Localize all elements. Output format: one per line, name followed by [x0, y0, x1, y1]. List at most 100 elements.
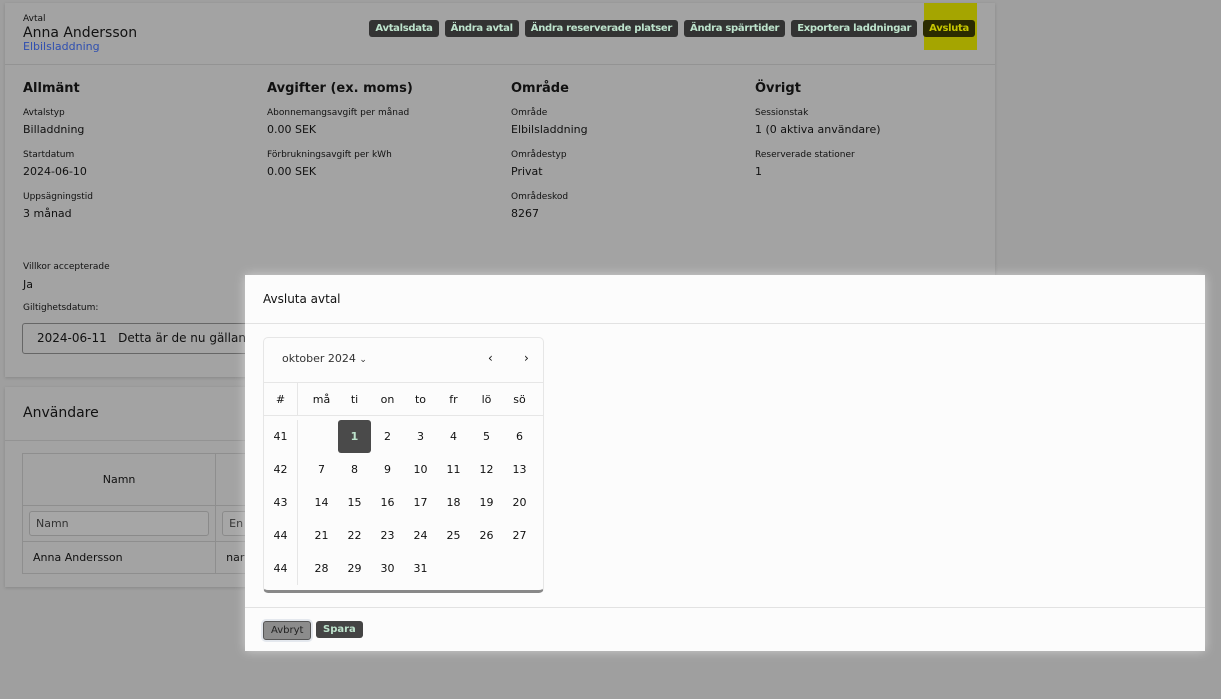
week-row: 44 28 29 30 31: [264, 552, 543, 585]
date-picker: oktober 2024 ⌄ ‹ › # må ti on to fr lö sö 41 1 2 3 4…: [263, 337, 544, 593]
export-charges-button[interactable]: Exportera laddningar: [791, 20, 918, 37]
week-number: 41: [264, 420, 298, 453]
user-name-cell: Anna Andersson: [21, 541, 217, 574]
day[interactable]: 11: [437, 453, 470, 486]
week-row: 41 1 2 3 4 5 6: [264, 420, 543, 453]
section-title: Avgifter (ex. moms): [267, 81, 413, 96]
day[interactable]: 18: [437, 486, 470, 519]
section-1: Avgifter (ex. moms) Abonnemangsavgift per…: [267, 81, 497, 192]
day[interactable]: 24: [404, 519, 437, 552]
day: [437, 552, 470, 585]
weekday-header: # må ti on to fr lö sö: [264, 383, 543, 416]
day[interactable]: 12: [470, 453, 503, 486]
field-label: Startdatum: [23, 150, 75, 160]
weekday-label: sö: [513, 392, 526, 406]
day[interactable]: 3: [404, 420, 437, 453]
dialog-title: Avsluta avtal: [263, 292, 341, 306]
day: [470, 552, 503, 585]
day[interactable]: 8: [338, 453, 371, 486]
day[interactable]: 5: [470, 420, 503, 453]
field-label: Reserverade stationer: [755, 150, 855, 160]
section-title: Allmänt: [23, 81, 80, 96]
edit-reserved-button[interactable]: Ändra reserverade platser: [524, 20, 678, 37]
terms-value: Ja: [23, 278, 33, 291]
next-month-icon[interactable]: ›: [524, 351, 529, 365]
avtalsdata-button[interactable]: Avtalsdata: [369, 20, 439, 37]
field-value: 8267: [511, 207, 539, 220]
edit-agreement-button[interactable]: Ändra avtal: [444, 20, 519, 37]
day[interactable]: 10: [404, 453, 437, 486]
week-row: 44 21 22 23 24 25 26 27: [264, 519, 543, 552]
day[interactable]: 22: [338, 519, 371, 552]
field-value: 1 (0 aktiva användare): [755, 123, 881, 136]
field-value: 3 månad: [23, 207, 72, 220]
edit-block-times-button[interactable]: Ändra spärrtider: [684, 20, 786, 37]
day[interactable]: 9: [371, 453, 404, 486]
section-3: Övrigt Sessionstak 1 (0 aktiva användare) R…: [755, 81, 985, 192]
day-label: 1: [338, 420, 371, 453]
field-value: Elbilsladdning: [511, 123, 588, 136]
day[interactable]: 15: [338, 486, 371, 519]
day[interactable]: 4: [437, 420, 470, 453]
field-value: Privat: [511, 165, 543, 178]
agreement-header: Avtal Anna Andersson Elbilsladdning Avta…: [5, 3, 995, 65]
month-label: oktober 2024: [282, 352, 356, 365]
week-number: 43: [264, 486, 298, 519]
field-label: Abonnemangsavgift per månad: [267, 108, 410, 118]
day[interactable]: 21: [305, 519, 338, 552]
agreement-subtitle-link[interactable]: Elbilsladdning: [23, 40, 100, 53]
day[interactable]: 28: [305, 552, 338, 585]
day[interactable]: 16: [371, 486, 404, 519]
day[interactable]: 30: [371, 552, 404, 585]
day[interactable]: 14: [305, 486, 338, 519]
week-number: 44: [264, 552, 298, 585]
day[interactable]: 19: [470, 486, 503, 519]
column-header-name[interactable]: Namn: [21, 453, 217, 506]
field-value: 0.00 SEK: [267, 123, 317, 136]
field-label: Område: [511, 108, 548, 118]
field-label: Områdestyp: [511, 150, 567, 160]
day[interactable]: 2: [371, 420, 404, 453]
day[interactable]: 6: [503, 420, 536, 453]
terminate-button[interactable]: Avsluta: [923, 20, 975, 37]
day[interactable]: 17: [404, 486, 437, 519]
field-value: 0.00 SEK: [267, 165, 317, 178]
day[interactable]: 23: [371, 519, 404, 552]
chevron-down-icon: ⌄: [359, 355, 367, 365]
day[interactable]: 25: [437, 519, 470, 552]
field-label: Uppsägningstid: [23, 192, 93, 202]
weekday-label: ti: [350, 392, 359, 406]
save-button[interactable]: Spara: [316, 621, 363, 638]
day[interactable]: 27: [503, 519, 536, 552]
day[interactable]: 20: [503, 486, 536, 519]
terminate-agreement-dialog: Avsluta avtal oktober 2024 ⌄ ‹ › # må ti on…: [245, 275, 1205, 651]
day[interactable]: 7: [305, 453, 338, 486]
day[interactable]: 29: [338, 552, 371, 585]
day: [305, 420, 338, 453]
section-2: Område Område Elbilsladdning Områdestyp Priv…: [511, 81, 741, 234]
month-select[interactable]: oktober 2024 ⌄: [282, 352, 367, 365]
weekday-label: to: [414, 392, 427, 406]
terms-label: Villkor accepterade: [23, 262, 110, 272]
week-row: 42 7 8 9 10 11 12 13: [264, 453, 543, 486]
weekday-label: lö: [481, 392, 492, 406]
section-title: Område: [511, 81, 569, 96]
name-filter-input[interactable]: Namn: [29, 511, 210, 536]
week-number: 44: [264, 519, 298, 552]
day[interactable]: 13: [503, 453, 536, 486]
prev-month-icon[interactable]: ‹: [488, 351, 493, 365]
field-label: Förbrukningsavgift per kWh: [267, 150, 392, 160]
field-label: Sessionstak: [755, 108, 809, 118]
cancel-button[interactable]: Avbryt: [263, 621, 312, 640]
day[interactable]: 26: [470, 519, 503, 552]
day-selected[interactable]: 1: [338, 420, 371, 453]
day[interactable]: 31: [404, 552, 437, 585]
weekday-label: må: [312, 392, 331, 406]
week-number-header: #: [264, 383, 298, 415]
field-value: 1: [755, 165, 762, 178]
section-title: Övrigt: [755, 81, 801, 96]
field-label: Avtalstyp: [23, 108, 65, 118]
weekday-label: on: [380, 392, 395, 406]
week-number: 42: [264, 453, 298, 486]
header-label: Avtal: [23, 14, 46, 24]
